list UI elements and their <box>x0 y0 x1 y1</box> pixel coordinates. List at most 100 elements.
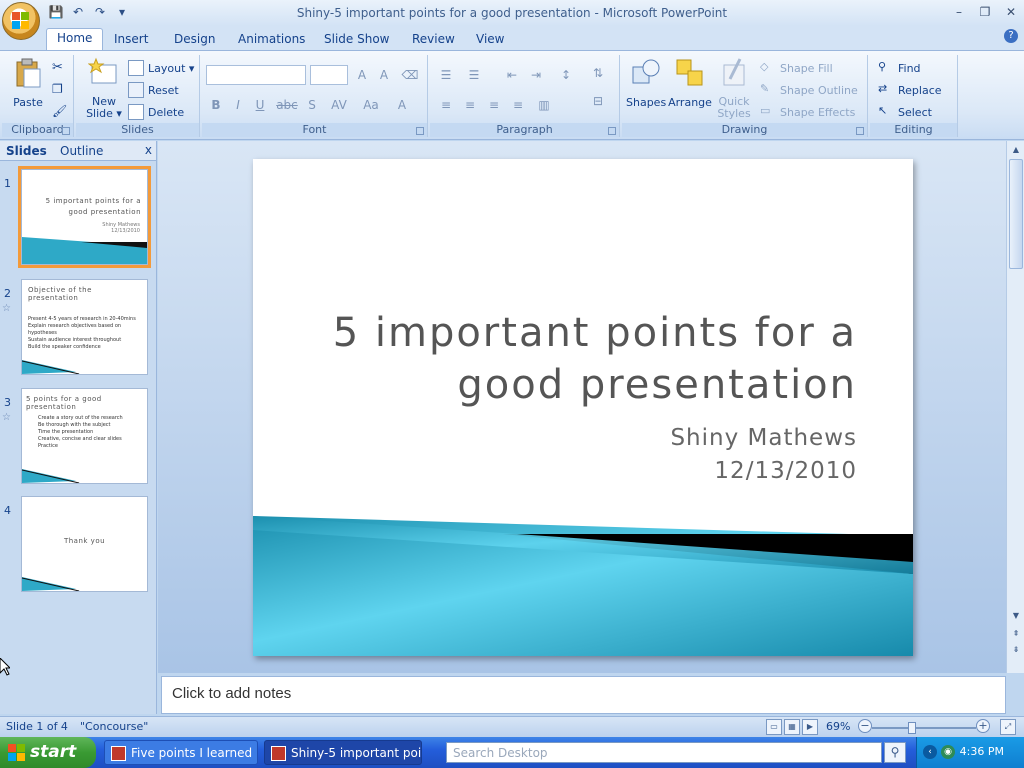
previous-slide-icon[interactable]: ⇞ <box>1008 627 1024 641</box>
quick-styles-button[interactable]: Quick Styles <box>714 57 754 120</box>
thumb-wave-graphic <box>22 360 80 374</box>
scroll-thumb[interactable] <box>1009 159 1023 269</box>
slides-group: New Slide ▾ Layout ▾ Reset Delete Slides <box>76 55 200 137</box>
vertical-scrollbar[interactable]: ▲ ▼ ⇞ ⇟ <box>1006 141 1024 673</box>
start-button[interactable]: start <box>0 737 96 768</box>
justify-icon[interactable]: ≡ <box>508 95 528 115</box>
bullets-icon[interactable]: ☰ <box>436 65 456 85</box>
slide-thumbnail-4[interactable]: Thank you <box>21 496 148 592</box>
shadow-button[interactable]: S <box>302 95 322 115</box>
layout-button[interactable]: Layout ▾ <box>128 59 194 77</box>
decrease-indent-icon[interactable]: ⇤ <box>502 65 522 85</box>
font-launcher[interactable] <box>416 127 424 135</box>
character-spacing-button[interactable]: AV <box>326 95 352 115</box>
tab-slides-pane[interactable]: Slides <box>0 143 53 159</box>
paste-button[interactable]: Paste <box>8 57 48 109</box>
taskbar-item-five-points[interactable]: Five points I learned ... <box>104 740 258 765</box>
tab-review[interactable]: Review <box>402 30 465 50</box>
align-left-icon[interactable]: ≡ <box>436 95 456 115</box>
help-icon[interactable]: ? <box>1004 29 1018 43</box>
slide-subtitle[interactable]: Shiny Mathews 12/13/2010 <box>670 422 857 488</box>
font-color-button[interactable]: A <box>392 95 412 115</box>
bold-button[interactable]: B <box>206 95 226 115</box>
shape-fill-button[interactable]: ◇ Shape Fill <box>760 59 833 77</box>
zoom-out-icon[interactable]: − <box>858 719 872 733</box>
slide-thumbnail-1[interactable]: 5 important points for a good presentati… <box>18 166 151 268</box>
tray-expand-icon[interactable]: ‹ <box>923 745 937 759</box>
scroll-up-icon[interactable]: ▲ <box>1008 143 1024 157</box>
restore-button[interactable]: ❐ <box>976 3 994 21</box>
format-painter-button[interactable]: 🖌 <box>52 103 68 121</box>
text-direction-icon[interactable]: ⇅ <box>588 63 608 83</box>
align-text-icon[interactable]: ⊟ <box>588 91 608 111</box>
slide-sorter-icon[interactable]: ▦ <box>784 719 800 735</box>
select-button[interactable]: ↖ Select <box>878 103 932 121</box>
font-size-combo[interactable] <box>310 65 348 85</box>
taskbar-item-shiny[interactable]: Shiny-5 important poi... <box>264 740 422 765</box>
zoom-slider-knob[interactable] <box>908 722 916 734</box>
ribbon-tabs: Home Insert Design Animations Slide Show… <box>0 26 1024 50</box>
slide-thumbnail-2[interactable]: Objective of the presentation Present 4-… <box>21 279 148 375</box>
next-slide-icon[interactable]: ⇟ <box>1008 643 1024 657</box>
thumb-bullet-list: Present 4-5 years of research in 20-40mi… <box>28 316 136 350</box>
notes-pane[interactable]: Click to add notes <box>161 676 1006 714</box>
paint-bucket-icon: ◇ <box>760 60 769 73</box>
slide-show-icon[interactable]: ▶ <box>802 719 818 735</box>
zoom-level[interactable]: 69% <box>826 720 850 733</box>
shape-outline-button[interactable]: ✎ Shape Outline <box>760 81 858 99</box>
tab-outline-pane[interactable]: Outline <box>54 143 109 159</box>
search-icon[interactable]: ⚲ <box>884 742 906 763</box>
change-case-button[interactable]: Aa <box>358 95 384 115</box>
line-spacing-icon[interactable]: ↕ <box>556 65 576 85</box>
paragraph-launcher[interactable] <box>608 127 616 135</box>
paste-icon <box>16 58 41 88</box>
cut-button[interactable]: ✂ <box>52 59 68 77</box>
office-button[interactable] <box>2 2 40 40</box>
strikethrough-button[interactable]: abc <box>274 95 300 115</box>
network-icon[interactable]: ◉ <box>941 745 955 759</box>
numbering-icon[interactable]: ☰ <box>464 65 484 85</box>
columns-icon[interactable]: ▥ <box>534 95 554 115</box>
underline-button[interactable]: U <box>250 95 270 115</box>
clear-formatting-icon[interactable]: ⌫ <box>400 65 420 85</box>
shape-effects-button[interactable]: ▭ Shape Effects <box>760 103 855 121</box>
slide-thumbnail-3[interactable]: 5 points for a good presentation Create … <box>21 388 148 484</box>
align-right-icon[interactable]: ≡ <box>484 95 504 115</box>
shrink-font-icon[interactable]: A <box>374 65 394 85</box>
tab-view[interactable]: View <box>466 30 514 50</box>
font-name-combo[interactable] <box>206 65 306 85</box>
minimize-button[interactable]: – <box>950 3 968 21</box>
search-desktop-input[interactable]: Search Desktop <box>446 742 882 763</box>
notes-placeholder: Click to add notes <box>172 685 292 702</box>
zoom-in-icon[interactable]: + <box>976 719 990 733</box>
replace-button[interactable]: ⇄ Replace <box>878 81 942 99</box>
close-button[interactable]: ✕ <box>1002 3 1020 21</box>
current-slide[interactable]: 5 important points for a good presentati… <box>253 159 913 656</box>
arrange-button[interactable]: Arrange <box>668 57 712 109</box>
slide-number: 1 <box>4 177 11 190</box>
zoom-slider[interactable] <box>872 722 976 734</box>
pane-close-icon[interactable]: x <box>145 143 152 157</box>
delete-button[interactable]: Delete <box>128 103 184 121</box>
powerpoint-icon <box>271 746 286 761</box>
tab-animations[interactable]: Animations <box>228 30 315 50</box>
new-slide-button[interactable]: New Slide ▾ <box>82 57 126 120</box>
tab-home[interactable]: Home <box>46 28 104 50</box>
slide-title[interactable]: 5 important points for a good presentati… <box>297 307 857 411</box>
align-center-icon[interactable]: ≡ <box>460 95 480 115</box>
drawing-launcher[interactable] <box>856 127 864 135</box>
grow-font-icon[interactable]: A <box>352 65 372 85</box>
reset-button[interactable]: Reset <box>128 81 179 99</box>
italic-button[interactable]: I <box>228 95 248 115</box>
shapes-button[interactable]: Shapes <box>626 57 666 109</box>
copy-button[interactable]: ❐ <box>52 81 68 99</box>
fit-to-window-icon[interactable]: ⤢ <box>1000 719 1016 735</box>
tab-design[interactable]: Design <box>164 30 225 50</box>
tab-slide-show[interactable]: Slide Show <box>314 30 399 50</box>
normal-view-icon[interactable]: ▭ <box>766 719 782 735</box>
increase-indent-icon[interactable]: ⇥ <box>526 65 546 85</box>
clipboard-launcher[interactable] <box>62 127 70 135</box>
find-button[interactable]: ⚲ Find <box>878 59 921 77</box>
scroll-down-icon[interactable]: ▼ <box>1008 609 1024 623</box>
tab-insert[interactable]: Insert <box>104 30 158 50</box>
